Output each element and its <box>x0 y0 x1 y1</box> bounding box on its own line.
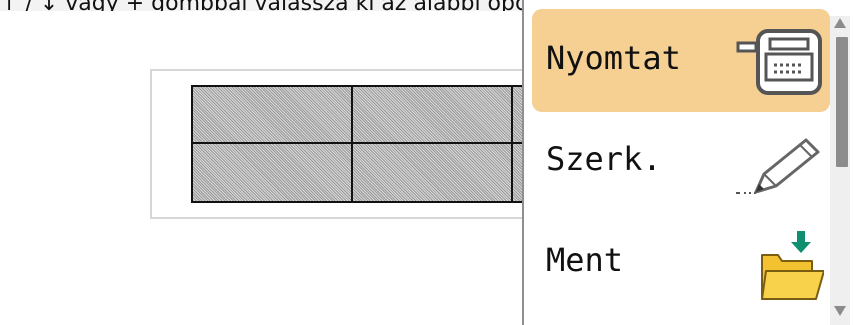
triangle-up-icon[interactable] <box>833 16 847 30</box>
menu-item-label: Nyomtat <box>546 39 681 77</box>
label-cell <box>193 144 353 201</box>
menu-item-edit[interactable]: Szerk. <box>532 110 830 213</box>
label-cell <box>353 87 513 144</box>
printer-icon <box>736 29 822 95</box>
pencil-icon <box>736 138 820 194</box>
menu-item-save[interactable]: Ment <box>532 211 830 314</box>
menu-item-print[interactable]: Nyomtat <box>532 9 830 112</box>
label-cell <box>193 87 353 144</box>
triangle-down-icon[interactable] <box>833 304 847 318</box>
folder-save-icon <box>761 231 824 300</box>
label-cell <box>353 144 513 201</box>
label-grid <box>191 85 553 203</box>
menu-item-label: Szerk. <box>546 140 662 178</box>
menu-item-label: Ment <box>546 241 624 279</box>
scrollbar-thumb[interactable] <box>836 37 848 167</box>
options-menu: Nyomtat Szerk. Ment <box>522 0 853 325</box>
